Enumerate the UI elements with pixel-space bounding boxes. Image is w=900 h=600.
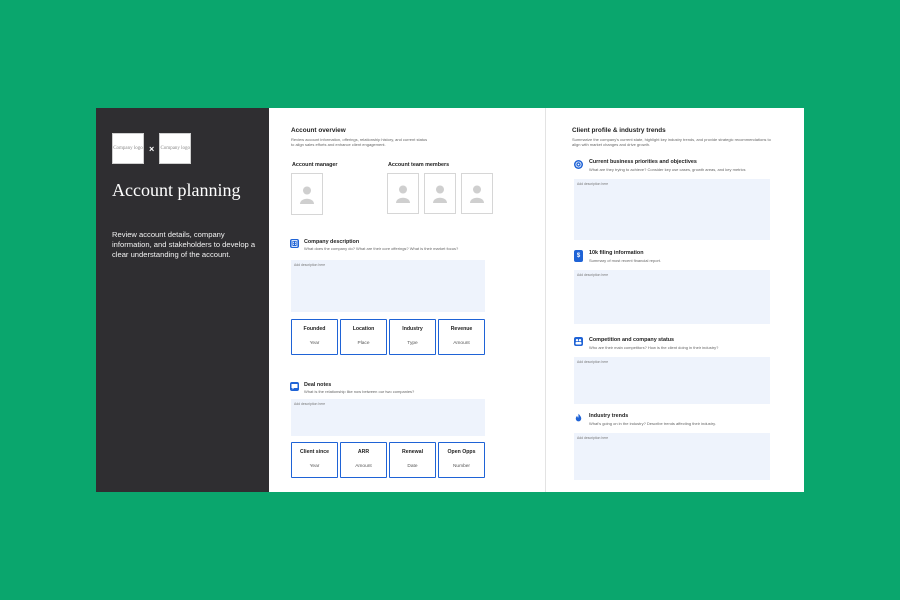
account-manager-avatar[interactable] <box>291 173 323 215</box>
competition-placeholder: Add description here <box>577 360 609 364</box>
stat-label: Revenue <box>450 326 473 332</box>
client-profile-page: Client profile & industry trends Summari… <box>549 108 804 492</box>
stat-label: Founded <box>303 326 326 332</box>
company-logo-left: Company logo <box>112 133 144 164</box>
trends-title: Industry trends <box>589 413 629 419</box>
company-description-question: What does the company do? What are their… <box>304 246 459 251</box>
stat-arr[interactable]: ARR Amount <box>340 442 387 478</box>
priorities-title: Current business priorities and objectiv… <box>589 159 697 165</box>
filing-placeholder: Add description here <box>577 273 609 277</box>
team-member-avatar-3[interactable] <box>461 173 493 214</box>
company-description-placeholder: Add description here <box>294 263 326 267</box>
competition-question: Who are their main competitors? How is t… <box>589 345 719 350</box>
account-overview-page: Account overview Review account informat… <box>269 108 546 492</box>
deal-notes-input[interactable]: Add description here <box>291 399 485 436</box>
filing-input[interactable]: Add description here <box>574 270 770 324</box>
stat-renewal[interactable]: Renewal Date <box>389 442 436 478</box>
intro-title: Account planning <box>112 180 241 200</box>
competition-title: Competition and company status <box>589 337 675 343</box>
stat-location[interactable]: Location Place <box>340 319 387 355</box>
stat-label: Client since <box>299 449 330 455</box>
cross-icon: × <box>149 143 155 154</box>
building-icon <box>290 239 299 248</box>
trends-placeholder: Add description here <box>577 436 609 440</box>
dollar-icon: $ <box>574 250 583 262</box>
stat-label: Location <box>352 326 375 332</box>
overview-title: Account overview <box>291 127 346 134</box>
stat-open-opps[interactable]: Open Opps Number <box>438 442 485 478</box>
stat-value: Year <box>309 341 320 346</box>
target-icon <box>574 160 583 169</box>
company-description-input[interactable]: Add description here <box>291 260 485 312</box>
account-planning-board: Company logo × Company logo Account plan… <box>96 108 804 492</box>
stat-founded[interactable]: Founded Year <box>291 319 338 355</box>
deal-notes-question: What is the relationship like now betwee… <box>304 389 415 394</box>
trends-question: What's going on in the industry? Describ… <box>589 421 716 426</box>
intro-description: Review account details, company informat… <box>112 230 256 259</box>
company-logo-right: Company logo <box>159 133 192 164</box>
trends-input[interactable]: Add description here <box>574 433 770 480</box>
stat-client-since[interactable]: Client since Year <box>291 442 338 478</box>
profile-title: Client profile & industry trends <box>572 127 666 134</box>
profile-subtitle: Summarize the company's current state, h… <box>572 137 771 147</box>
intro-panel: Company logo × Company logo Account plan… <box>96 108 269 492</box>
stat-value: Year <box>309 464 320 469</box>
overview-subtitle: Review account information, offerings, r… <box>291 137 428 147</box>
stat-label: Open Opps <box>447 449 476 455</box>
person-icon <box>300 186 314 204</box>
filing-title: 10k filing information <box>589 250 644 256</box>
page-divider <box>545 108 546 492</box>
stat-value: Amount <box>355 464 372 469</box>
account-team-label: Account team members <box>388 162 450 168</box>
chat-icon <box>290 382 299 391</box>
stat-value: Type <box>407 341 418 346</box>
deal-notes-title: Deal notes <box>304 382 332 388</box>
company-description-title: Company description <box>304 239 360 245</box>
stat-value: Number <box>452 464 471 469</box>
stat-industry[interactable]: Industry Type <box>389 319 436 355</box>
team-member-avatar-2[interactable] <box>424 173 456 214</box>
flame-icon <box>574 413 583 422</box>
priorities-input[interactable]: Add description here <box>574 179 770 240</box>
priorities-question: What are they trying to achieve? Conside… <box>589 167 746 172</box>
stat-value: Date <box>407 464 418 469</box>
team-member-avatar-1[interactable] <box>387 173 419 214</box>
priorities-placeholder: Add description here <box>577 182 609 186</box>
competition-input[interactable]: Add description here <box>574 357 770 404</box>
logo-row: Company logo × Company logo <box>112 133 192 164</box>
stat-label: ARR <box>357 449 370 455</box>
account-manager-label: Account manager <box>292 162 338 168</box>
stat-label: Renewal <box>401 449 424 455</box>
stat-label: Industry <box>402 326 423 332</box>
stat-value: Amount <box>453 341 470 346</box>
deal-notes-placeholder: Add description here <box>294 402 326 406</box>
person-icon <box>396 185 410 203</box>
team-icon <box>574 337 583 346</box>
stat-revenue[interactable]: Revenue Amount <box>438 319 485 355</box>
person-icon <box>433 185 447 203</box>
stat-value: Place <box>357 341 370 346</box>
person-icon <box>470 185 484 203</box>
filing-question: Summary of most recent financial report. <box>589 258 662 263</box>
